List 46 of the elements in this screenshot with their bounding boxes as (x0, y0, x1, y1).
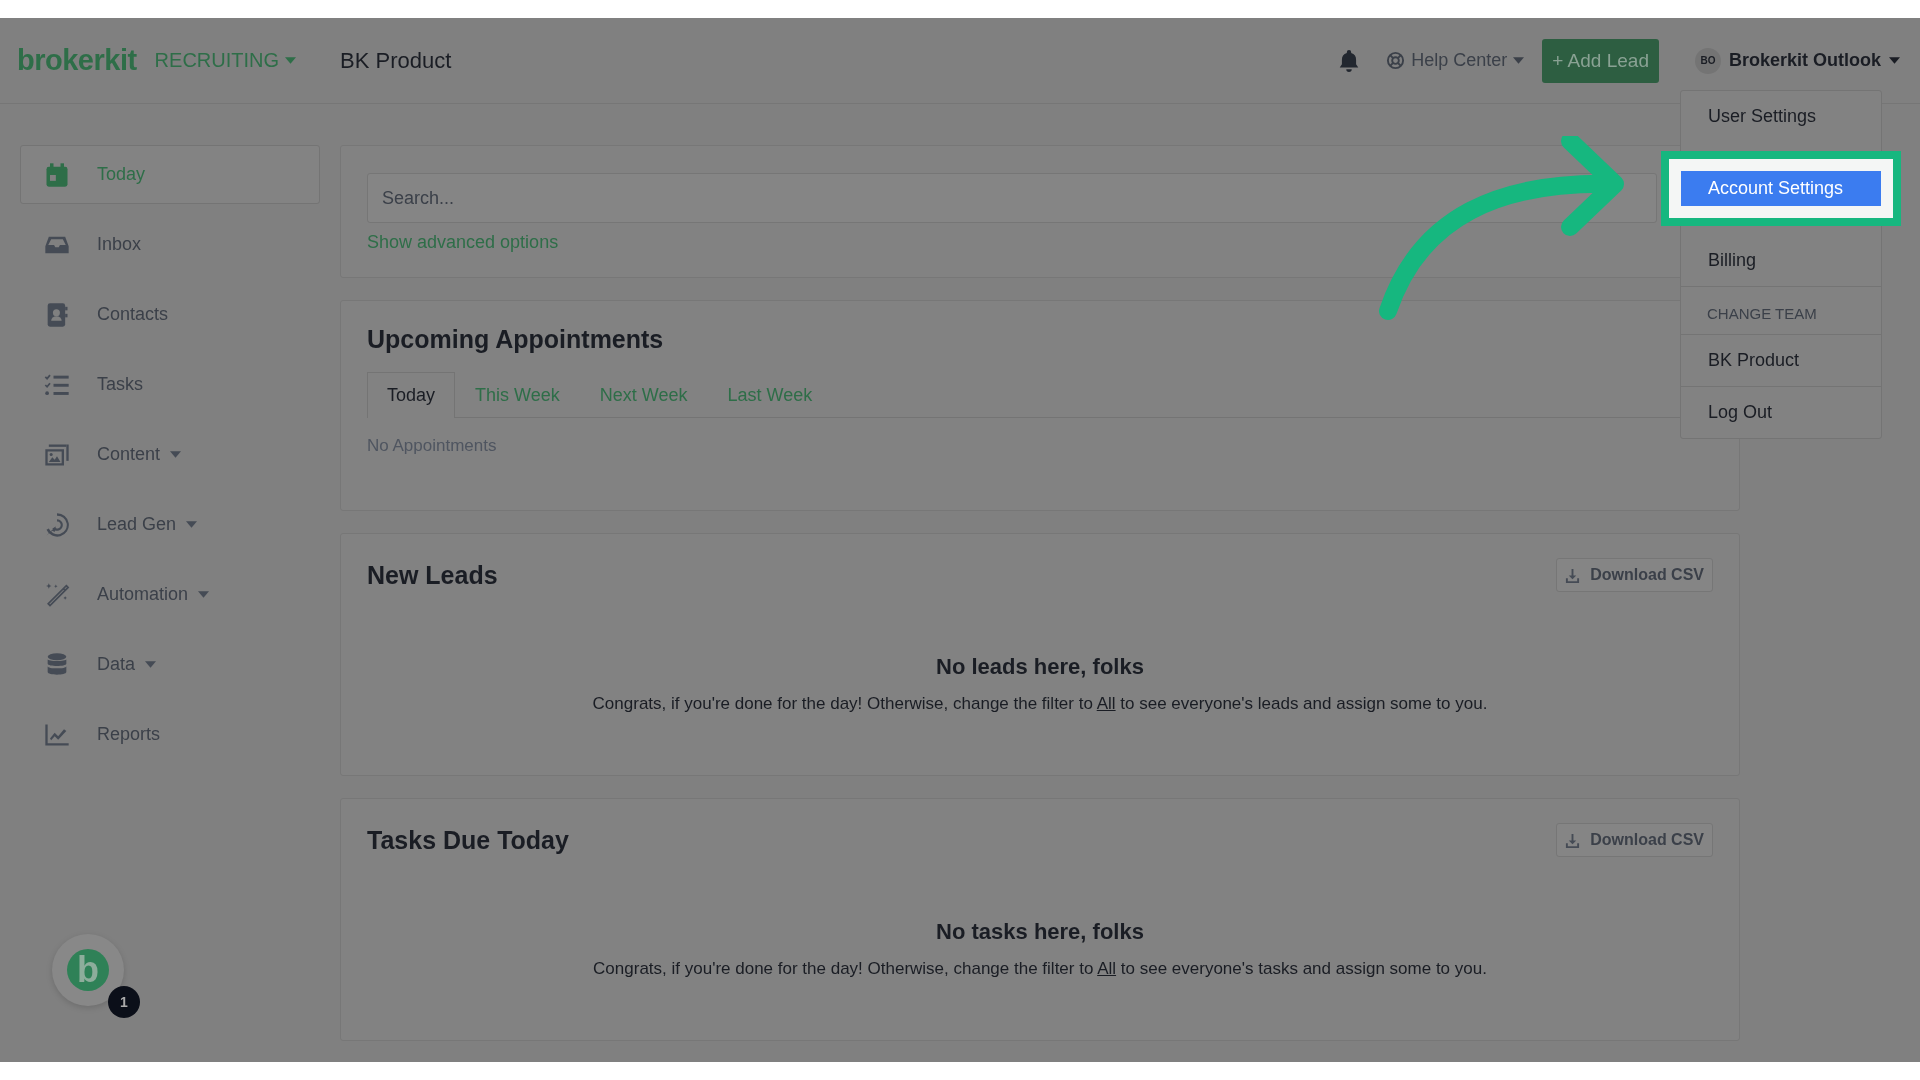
menu-item[interactable]: User Settings (1681, 99, 1881, 134)
section-title: New Leads (367, 560, 498, 590)
download-icon (1565, 567, 1581, 583)
sidebar-item[interactable]: Today (20, 145, 320, 204)
caret-icon (1513, 57, 1525, 64)
tab[interactable]: This Week (455, 372, 580, 418)
user-menu[interactable]: BO Brokerkit Outlook (1694, 47, 1900, 74)
sidebar-item[interactable]: Data (20, 635, 320, 694)
sidebar-item[interactable]: Lead Gen (20, 495, 320, 554)
caret-icon (285, 57, 297, 64)
section-title: Upcoming Appointments (367, 325, 665, 354)
all-filter-link[interactable]: All (1097, 959, 1117, 978)
empty-message: Congrats, if you're done for the day! Otherwise, change the filter to All to see everyone's leads and assign some to you. (592, 694, 1488, 714)
sidebar-item[interactable]: Content (20, 425, 320, 484)
add-lead-button[interactable]: + Add Lead (1542, 38, 1659, 83)
sidebar-item[interactable]: Automation (20, 565, 320, 624)
menu-item[interactable]: Log Out (1681, 395, 1881, 430)
sidebar-item[interactable]: Reports (20, 705, 320, 764)
team-menu[interactable]: RECRUITING (154, 49, 297, 72)
empty-title: No tasks here, folks (936, 919, 1144, 945)
empty-message: Congrats, if you're done for the day! Otherwise, change the filter to All to see everyone's tasks and assign some to you. (593, 959, 1487, 979)
download-csv-button[interactable]: Download CSV (1556, 558, 1713, 592)
team-name: BK Product (340, 47, 452, 74)
bell-icon[interactable] (1338, 48, 1361, 73)
user-avatar: BO (1694, 47, 1721, 74)
search-field[interactable]: Search... (367, 173, 1657, 223)
tab[interactable]: Last Week (707, 372, 833, 418)
section-title: Tasks Due Today (367, 825, 569, 855)
sidebar-item[interactable]: Tasks (20, 355, 320, 414)
brokerkit-logo[interactable]: brokerkit (17, 44, 137, 77)
menu-section-header: CHANGE TEAM (1706, 304, 1818, 324)
tab[interactable]: Next Week (579, 372, 708, 418)
download-csv-button[interactable]: Download CSV (1556, 823, 1713, 857)
lifebuoy-icon (1386, 51, 1406, 70)
tab[interactable]: Today (367, 372, 456, 418)
caret-icon (1889, 57, 1900, 64)
sidebar-item[interactable]: Contacts (20, 285, 320, 344)
empty-title: No leads here, folks (936, 654, 1144, 680)
menu-item[interactable]: Billing (1681, 243, 1881, 278)
help-center-menu[interactable]: Help Center (1386, 50, 1525, 71)
sidebar-item[interactable]: Inbox (20, 215, 320, 274)
advanced-options-link[interactable]: Show advanced options (367, 232, 559, 253)
all-filter-link[interactable]: All (1096, 694, 1116, 713)
download-icon (1565, 832, 1581, 848)
notification-badge: 1 (108, 986, 140, 1018)
menu-item[interactable]: BK Product (1681, 343, 1881, 378)
